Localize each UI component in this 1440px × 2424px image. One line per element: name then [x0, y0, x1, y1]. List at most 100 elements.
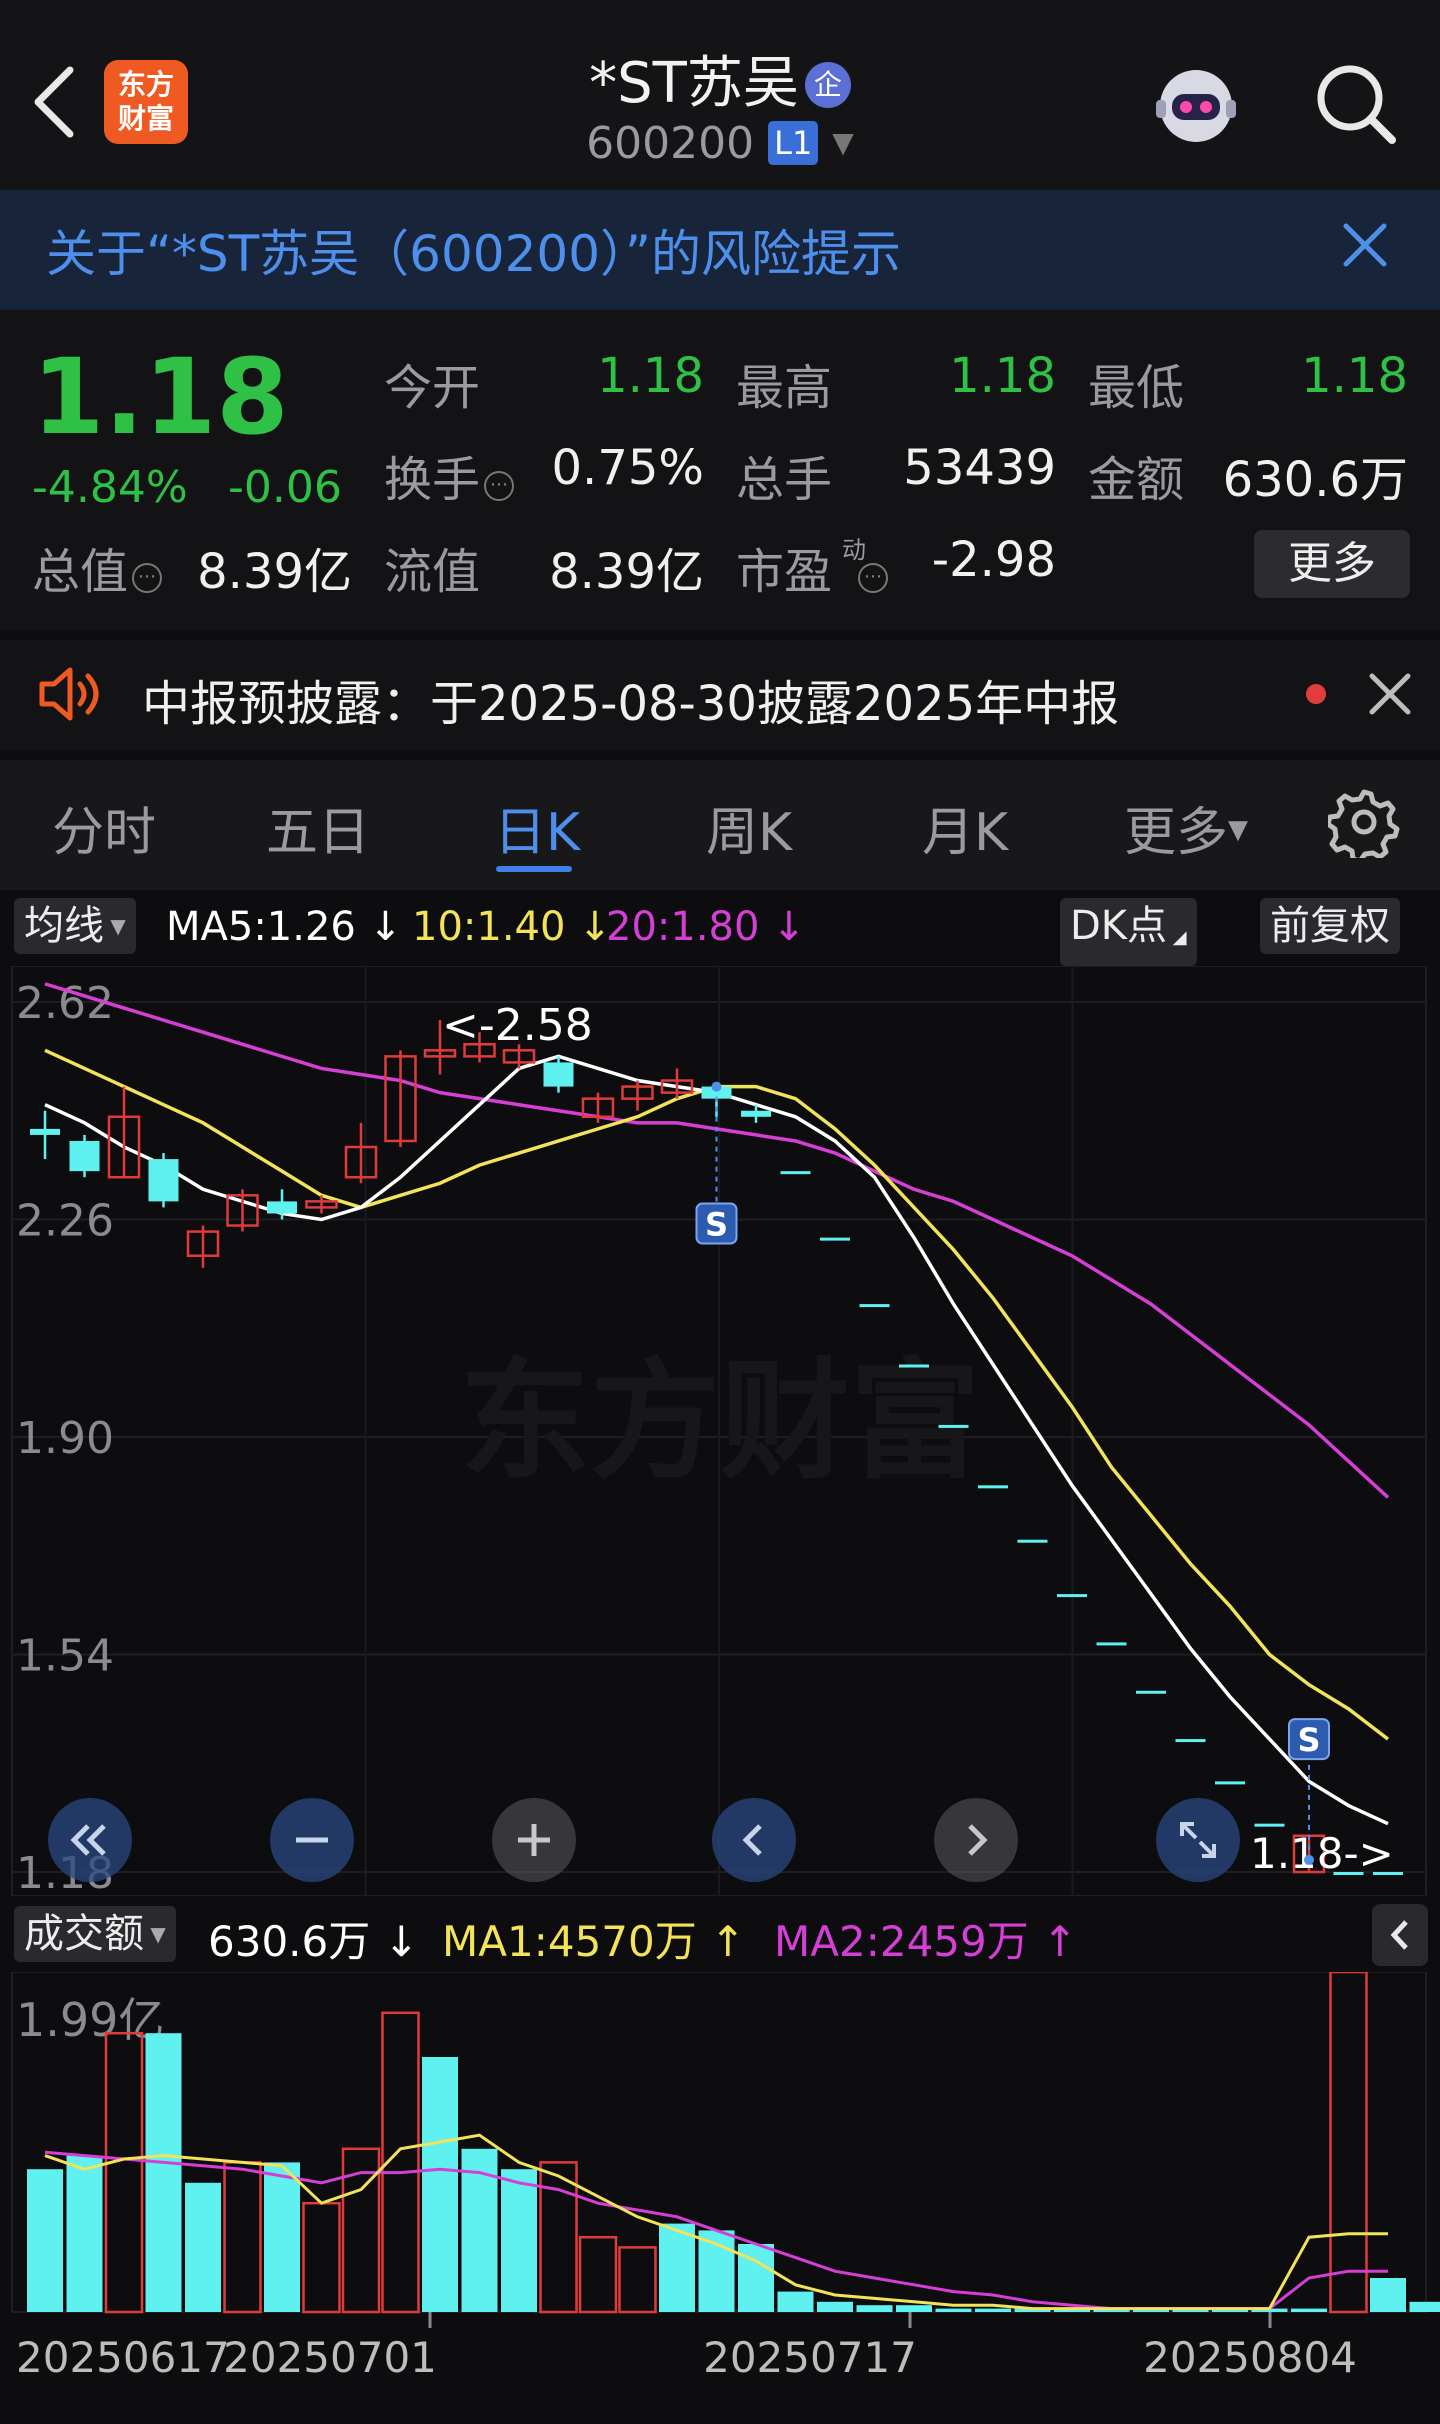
signal-dot [711, 1081, 722, 1092]
ma20-value: 20:1.80 [606, 904, 760, 950]
dropdown-caret-icon: ▼ [832, 126, 854, 159]
volume-chart[interactable]: 1.99亿 2025061720250701 20250717 20250804 [0, 1972, 1440, 2424]
x-tick-label: 20250701 [223, 2333, 437, 2382]
chevron-right-icon [968, 1824, 988, 1856]
gear-icon[interactable] [1328, 786, 1400, 858]
minus-icon [296, 1837, 328, 1843]
market-cap-value: 8.39亿 [197, 544, 352, 600]
collapse-panel-button[interactable] [1372, 1904, 1428, 1966]
dropdown-caret-icon: ▼ [104, 914, 126, 938]
vol-ma1-readout: MA1:4570万 ↑ [442, 1908, 745, 1969]
tab-weekly-k[interactable]: 周K [706, 790, 792, 865]
candle-body [543, 1062, 574, 1087]
search-icon[interactable] [1310, 58, 1400, 148]
volume-bar [1370, 2278, 1406, 2312]
sell-signal-label: S [1297, 1721, 1320, 1759]
info-icon[interactable]: ⋯ [132, 563, 163, 593]
candle-body [780, 1171, 811, 1175]
dropdown-caret-icon: ▼ [1228, 815, 1249, 845]
x-tick-label: 20250617 [16, 2333, 230, 2382]
ma-selector[interactable]: 均线 ▼ [14, 898, 136, 954]
market-cap-label-text: 总值 [32, 544, 129, 600]
turnover-label[interactable]: 换手 ⋯ [384, 440, 515, 510]
top-nav-bar: 东方 财富 *ST苏吴企 600200 L1 ▼ [0, 0, 1440, 190]
tab-intraday[interactable]: 分时 [52, 790, 156, 865]
tab-daily-k[interactable]: 日K [494, 790, 580, 865]
volume-bar [185, 2182, 221, 2312]
y-tick-label: 1.90 [16, 1413, 114, 1464]
volume-selector-label: 成交额 [24, 1911, 144, 1957]
x-tick-label: 20250804 [1143, 2333, 1357, 2382]
info-icon[interactable]: ⋯ [484, 471, 515, 501]
volume-bar [935, 2308, 972, 2312]
turnover-label-text: 换手 [384, 452, 481, 508]
risk-warning-text[interactable]: 关于“*ST苏吴（600200）”的风险提示 [46, 214, 901, 286]
scroll-left-fast-button[interactable] [48, 1798, 132, 1882]
volume-selector[interactable]: 成交额 ▼ [14, 1906, 176, 1962]
high-value: 1.18 [949, 348, 1056, 404]
robot-assistant-icon[interactable] [1146, 56, 1246, 156]
signal-dot [1304, 1854, 1314, 1865]
period-tabs: 分时 五日 日K 周K 月K 更多▼ [0, 760, 1440, 890]
volume-bar [817, 2301, 853, 2312]
last-price: 1.18 [32, 336, 289, 458]
close-icon[interactable] [1358, 662, 1422, 726]
notice-bar[interactable]: 中报预披露：于2025-08-30披露2025年中报 [0, 640, 1440, 750]
volume-bar [856, 2305, 893, 2312]
down-arrow-icon: ↓ [368, 904, 403, 950]
more-button[interactable]: 更多 [1254, 530, 1410, 598]
down-arrow-icon: ↓ [383, 1917, 419, 1966]
price-adjust-button[interactable]: 前复权 [1260, 898, 1400, 954]
risk-warning-banner[interactable]: 关于“*ST苏吴（600200）”的风险提示 [0, 190, 1440, 310]
dk-point-button[interactable]: DK点 ◢ [1060, 898, 1197, 966]
ma10-value: 10:1.40 [412, 904, 566, 950]
tab-monthly-k[interactable]: 月K [922, 790, 1008, 865]
expand-icon [1180, 1822, 1216, 1858]
ma10-readout: 10:1.40 ↓ [412, 904, 612, 950]
volume-bar [1409, 2301, 1440, 2312]
ma-selector-label: 均线 [24, 903, 104, 949]
tab-five-day[interactable]: 五日 [266, 790, 370, 865]
info-icon[interactable]: ⋯ [858, 563, 889, 593]
y-tick-label: 2.26 [16, 1196, 114, 1247]
volume-bar [1291, 2308, 1327, 2312]
amount-label: 金额 [1088, 452, 1185, 508]
dk-label: DK点 [1070, 903, 1168, 949]
scroll-left-button[interactable] [712, 1798, 796, 1882]
vol-ma1-value: MA1:4570万 [442, 1917, 697, 1966]
x-tick-label: 20250717 [703, 2333, 917, 2382]
tab-more[interactable]: 更多▼ [1124, 790, 1248, 865]
candle-body [1175, 1739, 1206, 1743]
candle-body [1096, 1642, 1127, 1646]
sell-signal-label: S [705, 1206, 728, 1244]
volume-value: 53439 [903, 440, 1056, 496]
change-amount: -0.06 [228, 462, 342, 513]
high-price-marker: <-2.58 [442, 1000, 593, 1051]
stock-code: 600200 [586, 118, 755, 169]
market-cap-label[interactable]: 总值 ⋯ [32, 532, 163, 602]
ma5-readout: MA5:1.26 ↓ [166, 904, 402, 950]
notice-text[interactable]: 中报预披露：于2025-08-30披露2025年中报 [142, 664, 1119, 734]
active-tab-indicator [496, 866, 572, 872]
high-label: 最高 [736, 360, 833, 416]
volume-bar [975, 2308, 1011, 2312]
double-chevron-left-icon [70, 1824, 106, 1856]
vol-ma2-value: MA2:2459万 [774, 1917, 1029, 1966]
fullscreen-button[interactable] [1156, 1798, 1240, 1882]
dropdown-caret-icon: ▼ [144, 1922, 166, 1946]
candle-body [148, 1159, 179, 1202]
unread-dot [1306, 684, 1326, 704]
zoom-in-button[interactable] [492, 1798, 576, 1882]
pe-dynamic-sup: 动 [842, 536, 866, 564]
candlestick-chart[interactable]: 东方财富 2.622.261.901.541.18 <-2.581.18->SS [0, 966, 1440, 1896]
close-icon[interactable] [1330, 210, 1400, 280]
candle-body [1136, 1690, 1166, 1694]
scroll-right-button[interactable] [934, 1798, 1018, 1882]
zoom-out-button[interactable] [270, 1798, 354, 1882]
stock-name: *ST苏吴 [589, 51, 799, 116]
turnover-value: 0.75% [551, 440, 704, 496]
enterprise-badge: 企 [804, 62, 851, 108]
candle-body [1254, 1823, 1285, 1827]
pe-value: -2.98 [931, 532, 1056, 588]
volume-label: 总手 [736, 452, 833, 508]
